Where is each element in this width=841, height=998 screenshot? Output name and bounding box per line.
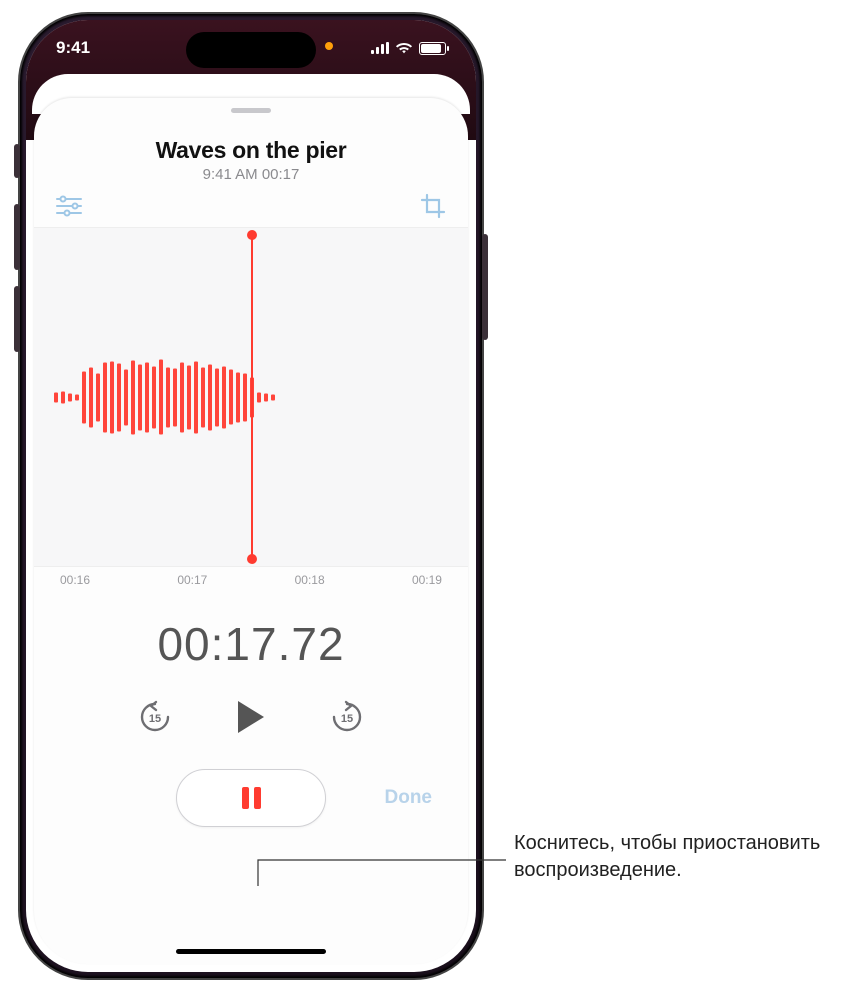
callout-leader-line — [0, 0, 841, 998]
